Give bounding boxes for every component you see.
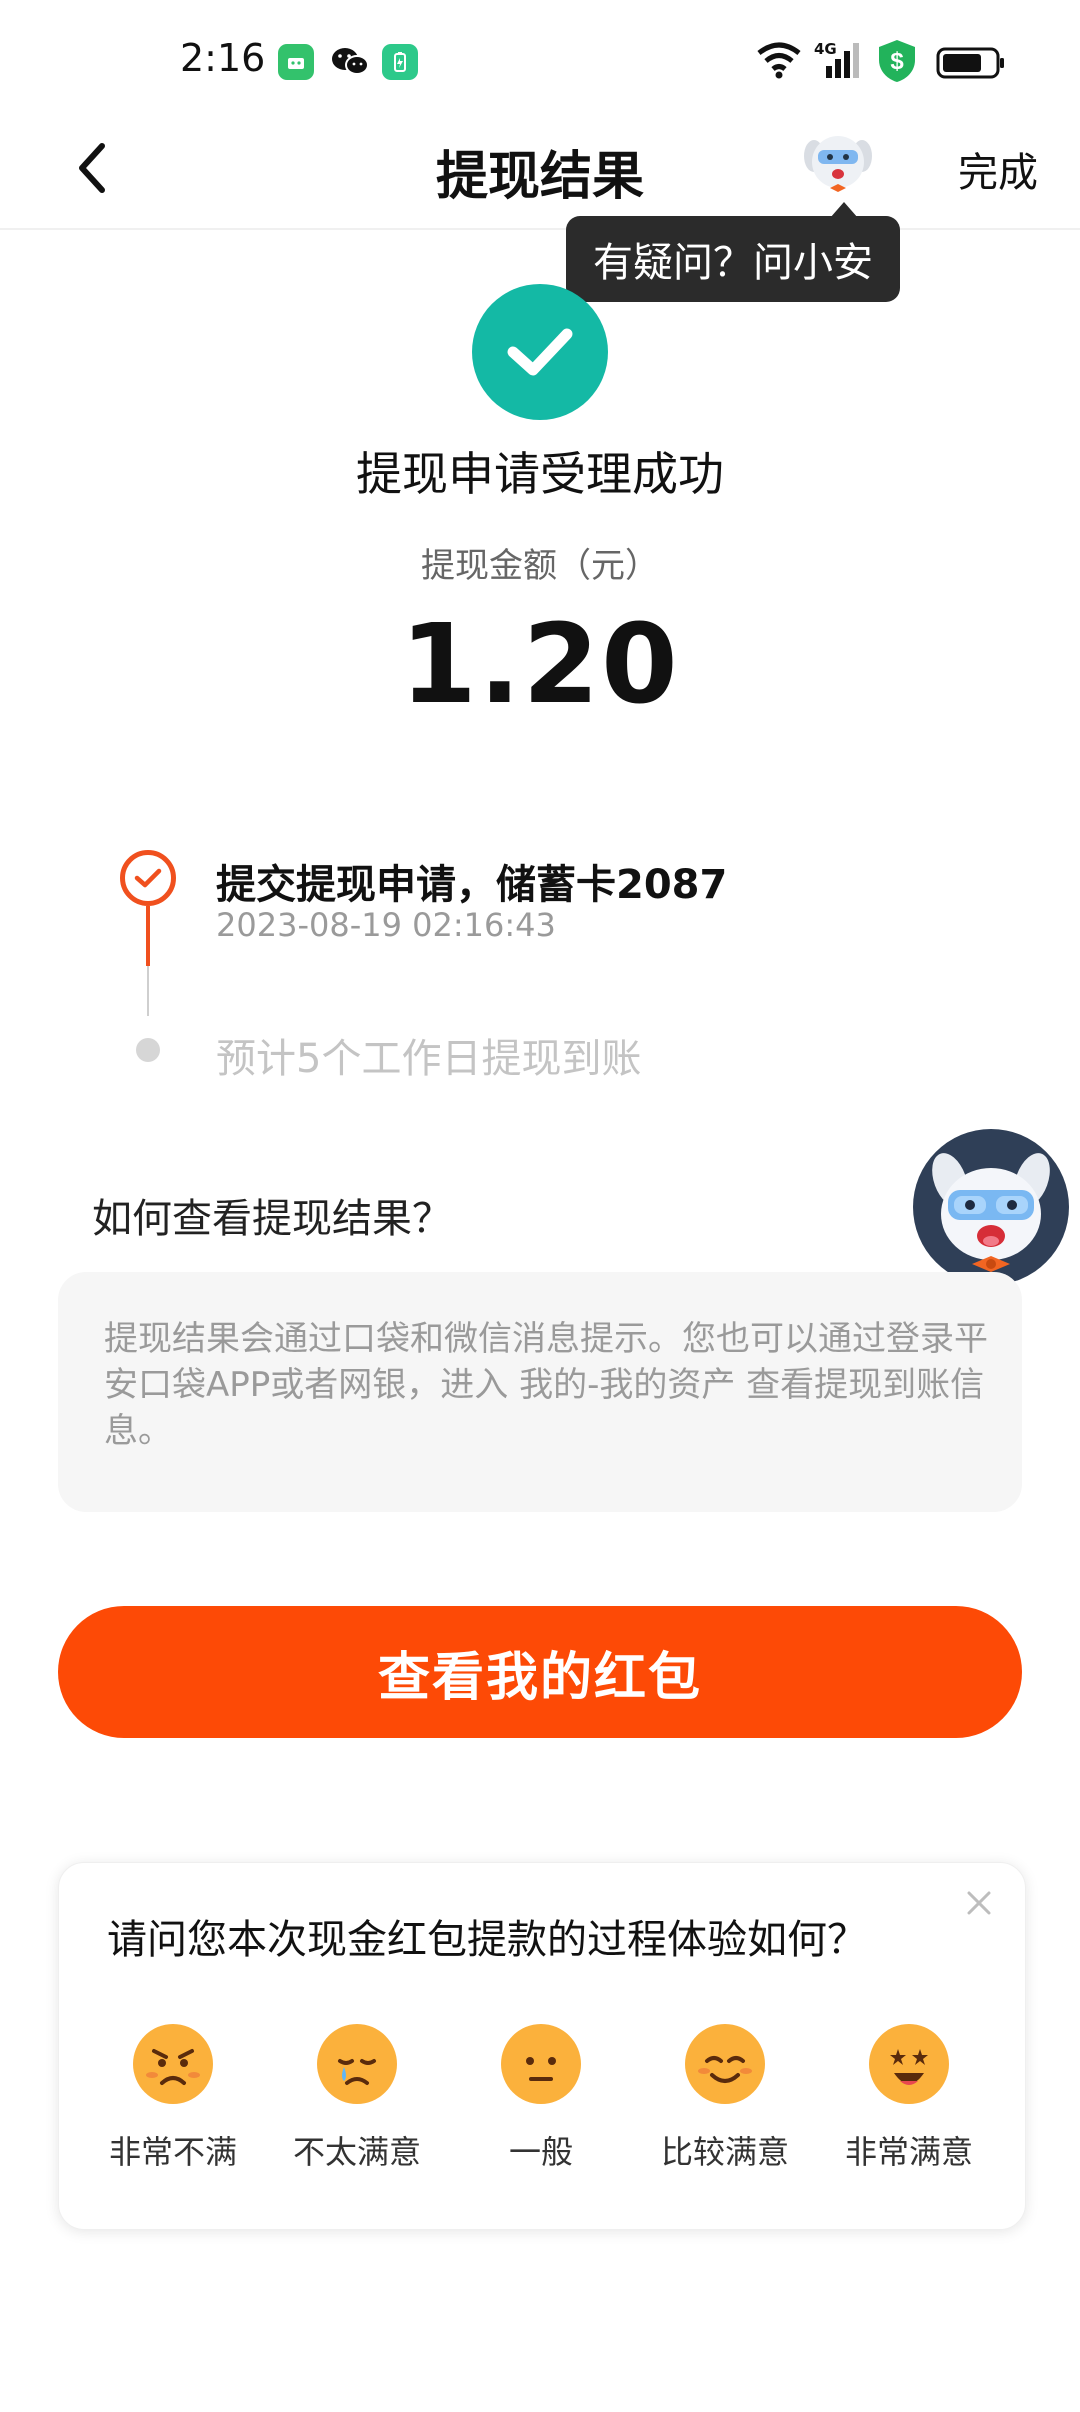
help-body: 提现结果会通过口袋和微信消息提示。您也可以通过登录平安口袋APP或者网银，进入 … xyxy=(104,1319,988,1451)
amount-value: 1.20 xyxy=(400,600,680,728)
sad-face-icon xyxy=(317,2024,397,2104)
done-button[interactable]: 完成 xyxy=(958,140,1038,198)
green-battery-app-icon xyxy=(382,44,418,80)
page-title: 提现结果 xyxy=(435,147,644,207)
timeline-dot-icon xyxy=(136,1038,160,1062)
help-text-box: 提现结果会通过口袋和微信消息提示。您也可以通过登录平安口袋APP或者网银，进入 … xyxy=(58,1272,1022,1512)
rating-label: 非常不满 xyxy=(108,2133,237,2171)
wifi-icon xyxy=(756,40,802,80)
svg-text:$: $ xyxy=(890,48,904,75)
rating-option-neutral[interactable]: 一般 xyxy=(461,2023,621,2173)
rating-option-very-dissatisfied[interactable]: 非常不满 xyxy=(93,2023,253,2173)
success-icon xyxy=(472,284,608,420)
angry-face-icon xyxy=(133,2024,213,2104)
timeline-step-label: 提交提现申请，储蓄卡2087 xyxy=(216,862,728,908)
timeline-check-icon xyxy=(120,850,176,906)
rating-option-dissatisfied[interactable]: 不太满意 xyxy=(277,2023,437,2173)
view-red-packet-button[interactable]: 查看我的红包 xyxy=(58,1606,1022,1738)
wechat-icon xyxy=(330,44,370,80)
result-title: 提现申请受理成功 xyxy=(356,447,724,501)
rating-label: 一般 xyxy=(508,2133,573,2171)
status-time: 2:16 xyxy=(180,36,266,80)
neutral-face-icon xyxy=(501,2024,581,2104)
smile-face-icon xyxy=(685,2024,765,2104)
close-icon[interactable] xyxy=(959,1883,999,1923)
timeline-step-label: 预计5个工作日提现到账 xyxy=(216,1036,642,1082)
nav-bar: 提现结果 完成 xyxy=(0,112,1080,230)
green-app-icon xyxy=(278,44,314,80)
survey-title: 请问您本次现金红包提款的过程体验如何？ xyxy=(107,1917,867,1963)
rating-label: 比较满意 xyxy=(660,2133,789,2171)
timeline-line-active xyxy=(146,906,150,966)
signal-icon: 4G xyxy=(812,40,862,80)
shield-dollar-icon: $ xyxy=(876,38,918,84)
status-bar: 2:16 4G $ xyxy=(0,0,1080,120)
amount-label: 提现金额（元） xyxy=(421,546,659,586)
timeline-line-pending xyxy=(147,966,149,1016)
rating-option-satisfied[interactable]: 比较满意 xyxy=(645,2023,805,2173)
survey-card: 请问您本次现金红包提款的过程体验如何？ 非常不满 不太满意 一般 比较满意 非常… xyxy=(58,1862,1026,2230)
mascot-icon[interactable] xyxy=(800,126,876,202)
help-title: 如何查看提现结果？ xyxy=(92,1196,452,1242)
assistant-mascot-icon[interactable] xyxy=(912,1128,1070,1286)
rating-label: 不太满意 xyxy=(292,2133,421,2171)
rating-option-very-satisfied[interactable]: 非常满意 xyxy=(829,2023,989,2173)
battery-icon xyxy=(936,46,1006,80)
timeline-step-time: 2023-08-19 02:16:43 xyxy=(216,906,556,944)
help-tooltip[interactable]: 有疑问？问小安 xyxy=(566,216,900,302)
star-eyes-face-icon xyxy=(869,2024,949,2104)
rating-label: 非常满意 xyxy=(844,2133,973,2171)
